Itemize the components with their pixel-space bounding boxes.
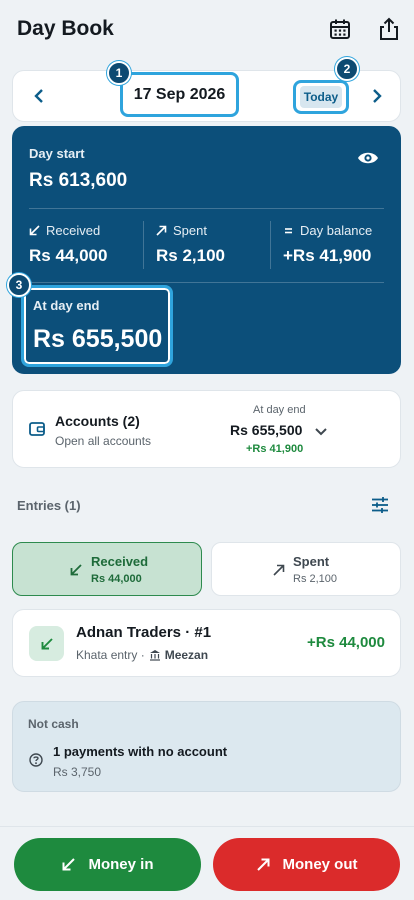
list-item[interactable]: Adnan Traders · #1 Khata entry · Meezan … [12,609,401,677]
entry-amount: +Rs 44,000 [307,634,385,651]
spent-label: Spent [173,223,207,238]
arrow-up-right-icon [272,563,286,577]
entry-bank: Meezan [164,648,209,662]
tab-received-amount: Rs 44,000 [91,573,142,585]
wallet-icon [29,421,45,437]
money-in-button[interactable]: Money in [14,838,201,891]
today-label: Today [299,86,343,108]
received-stat: Received Rs 44,000 [29,223,107,266]
chevron-down-icon[interactable] [314,424,328,436]
today-button[interactable]: Today [293,80,349,114]
tab-received-label: Received [91,554,149,569]
day-balance-stat: Day balance +Rs 41,900 [283,223,372,266]
entry-name: Adnan Traders · #1 [76,624,212,641]
received-value: Rs 44,000 [29,246,108,265]
divider [270,221,271,269]
accounts-day-end-label: At day end [253,404,306,416]
equals-icon [285,228,292,234]
bank-icon [149,650,160,661]
divider [29,282,384,283]
entry-meta: Khata entry · Meezan [76,648,208,662]
step-badge-2: 2 [335,57,359,81]
arrow-up-right-icon [256,858,269,871]
share-icon[interactable] [376,16,402,42]
arrow-down-left-icon [62,858,76,871]
day-end-label: At day end [33,298,100,313]
spent-value: Rs 2,100 [156,246,225,265]
chevron-right-icon[interactable] [367,86,387,106]
day-end-value: Rs 655,500 [33,325,163,353]
money-in-label: Money in [88,856,154,873]
arrow-down-left-icon [69,563,83,577]
entries-header: Entries (1) [17,498,81,513]
not-cash-card[interactable]: Not cash 1 payments with no account Rs 3… [12,701,401,792]
divider [29,208,384,209]
accounts-day-end-value: Rs 655,500 [230,422,303,438]
app-header: Day Book [0,0,414,60]
money-out-button[interactable]: Money out [213,838,400,891]
calendar-icon[interactable] [327,16,353,42]
selected-date[interactable]: 17 Sep 2026 [120,72,239,117]
accounts-subtitle: Open all accounts [55,434,152,448]
accounts-day-end-diff: +Rs 41,900 [246,443,304,455]
spent-stat: Spent Rs 2,100 [156,223,225,266]
accounts-card[interactable]: Accounts (2) Open all accounts At day en… [12,390,401,468]
day-end-box[interactable]: At day end Rs 655,500 [21,285,173,367]
help-circle-icon [29,753,43,767]
tab-spent[interactable]: Spent Rs 2,100 [211,542,401,596]
step-badge-1: 1 [107,61,131,85]
arrow-up-right-icon [156,225,167,236]
day-balance-value: +Rs 41,900 [283,246,372,265]
tab-received[interactable]: Received Rs 44,000 [12,542,202,596]
accounts-title: Accounts (2) [55,413,140,429]
day-start-label: Day start [29,146,85,161]
day-balance-label: Day balance [300,223,373,238]
step-badge-3: 3 [7,273,31,297]
eye-icon[interactable] [357,151,379,165]
page-title: Day Book [17,17,114,40]
not-cash-amount: Rs 3,750 [53,765,102,779]
divider [143,221,144,269]
chevron-left-icon[interactable] [29,86,49,106]
summary-card: Day start Rs 613,600 Received Rs 44,000 … [12,126,401,374]
arrow-down-left-icon [29,626,64,661]
tab-spent-amount: Rs 2,100 [293,573,338,585]
not-cash-main: 1 payments with no account [53,744,228,759]
money-out-label: Money out [282,856,358,873]
arrow-down-left-icon [29,225,40,236]
not-cash-title: Not cash [28,717,79,731]
received-label: Received [46,223,101,238]
entry-type: Khata entry · [76,648,145,662]
day-start-value: Rs 613,600 [29,170,128,191]
tab-spent-label: Spent [293,554,330,569]
filter-icon[interactable] [371,496,389,514]
